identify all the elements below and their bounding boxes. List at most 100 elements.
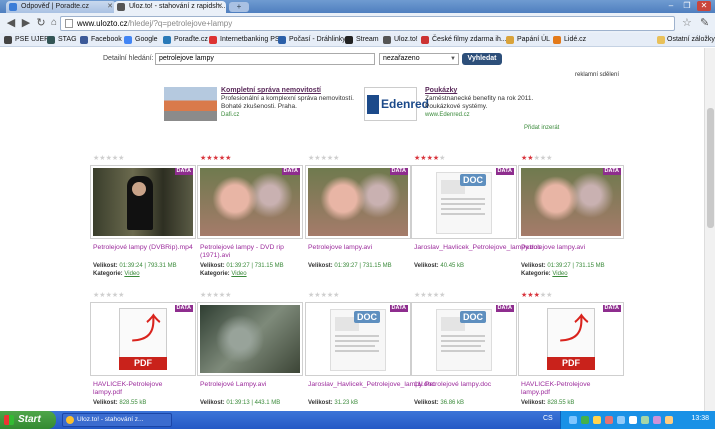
wrench-icon[interactable]: ✎ (700, 16, 709, 29)
file-title-link[interactable]: 11! Petrolejové lampy.doc (414, 381, 514, 389)
tray-icon[interactable] (665, 416, 673, 424)
minimize-icon[interactable]: – (664, 1, 678, 11)
tray-icon[interactable] (593, 416, 601, 424)
ad-logo-edenred[interactable]: Edenred (364, 87, 429, 121)
rating-stars[interactable]: ★★★★★ (93, 292, 124, 300)
bookmark-poradte[interactable]: Poraďte.cz (163, 34, 208, 46)
rating-stars[interactable]: ★★★★★ (521, 155, 552, 163)
tray-icon[interactable] (629, 416, 637, 424)
star-icon[interactable]: ★ (439, 292, 445, 299)
sort-select[interactable]: nezařazeno ▼ (379, 53, 459, 65)
search-button[interactable]: Vyhledat (462, 53, 502, 65)
search-input[interactable]: petrolejove lampy (155, 53, 375, 65)
tray-icon[interactable] (617, 416, 625, 424)
file-thumbnail[interactable]: DOC DATA (411, 302, 517, 376)
ad-image-building[interactable] (164, 87, 217, 121)
tray-icon[interactable] (641, 416, 649, 424)
star-icon[interactable]: ★ (225, 155, 231, 162)
file-meta: Velikost: 01:39:24 | 793.31 MB Kategorie:… (93, 262, 201, 278)
star-icon[interactable]: ★ (118, 292, 124, 299)
forward-icon[interactable]: ▶ (19, 16, 33, 30)
tab-ulozto[interactable]: Uloz.to! - stahování z rapidsh... ✕ (114, 1, 226, 13)
ad-title[interactable]: Kompletní správa nemovitostí (221, 87, 321, 94)
bookmark-lide[interactable]: Lidé.cz (553, 34, 586, 46)
file-title-link[interactable]: Petrolejove lampy.avi (521, 244, 621, 252)
page-icon (117, 3, 125, 11)
bookmark-papani[interactable]: Papání ÚL (506, 34, 550, 46)
address-bar[interactable]: www.ulozto.cz/hledej/?q=petrolejove+lamp… (60, 16, 675, 31)
bookmark-ulozto[interactable]: Uloz.to! (383, 34, 418, 46)
bookmark-internetbanking[interactable]: Internetbanking PS (209, 34, 280, 46)
category-link[interactable]: Video (124, 271, 139, 277)
star-icon[interactable]: ★ (333, 292, 339, 299)
file-thumbnail[interactable]: DOC DATA (305, 302, 411, 376)
tab-poradte[interactable]: Odpověď | Poradte.cz ✕ (6, 1, 116, 13)
file-title-link[interactable]: Petrolejové Lampy.avi (200, 381, 300, 389)
back-icon[interactable]: ◀ (4, 16, 18, 30)
file-title-link[interactable]: Petrolejové lampy (DVBRip).mp4 (93, 244, 193, 252)
file-title-link[interactable]: HAVLICEK-Petrolejove lampy.pdf (521, 381, 621, 397)
rating-stars[interactable]: ★★★★★ (93, 155, 124, 163)
add-ad-link[interactable]: Přidat inzerát (524, 125, 559, 131)
home-icon[interactable]: ⌂ (47, 16, 61, 30)
bookmark-ceske-filmy[interactable]: České filmy zdarma ih... (421, 34, 507, 46)
bookmark-facebook[interactable]: Facebook (80, 34, 122, 46)
tray-icon[interactable] (653, 416, 661, 424)
tray-icon[interactable] (569, 416, 577, 424)
bookmark-google[interactable]: Google (124, 34, 158, 46)
tray-icon[interactable] (581, 416, 589, 424)
bookmark-label: Uloz.to! (394, 36, 418, 43)
star-icon[interactable]: ★ (546, 155, 552, 162)
bookmark-pocasi[interactable]: Počasí - Dráhlinky (278, 34, 346, 46)
new-tab-button[interactable]: + (229, 2, 249, 12)
file-title-link[interactable]: Jaroslav_Havlicek_Petrolejove_lampy.doc (308, 381, 435, 389)
file-thumbnail[interactable]: DATA (518, 165, 624, 239)
star-icon[interactable]: ★ (333, 155, 339, 162)
close-icon[interactable]: ✕ (107, 1, 113, 13)
file-title-link[interactable]: HAVLICEK-Petrolejove lampy.pdf (93, 381, 193, 397)
maximize-icon[interactable]: ❐ (680, 1, 694, 11)
file-thumbnail[interactable]: DATA (197, 165, 303, 239)
rating-stars[interactable]: ★★★★★ (200, 155, 231, 163)
bookmark-stag[interactable]: STAG (47, 34, 77, 46)
close-window-icon[interactable]: ✕ (697, 1, 711, 11)
file-title-link[interactable]: Jaroslav_Havlicek_Petrolejove_lampy.doc (414, 244, 541, 252)
pdf-icon: ⤴ (559, 313, 589, 346)
file-title-link[interactable]: Petrolejove lampy.avi (308, 244, 408, 252)
file-title-link[interactable]: Petrolejové lampy - DVD rip (1971).avi (200, 244, 300, 260)
language-indicator[interactable]: CS (543, 415, 553, 422)
close-icon[interactable]: ✕ (217, 1, 223, 13)
file-thumbnail[interactable]: ⤴ PDF DATA (90, 302, 196, 376)
file-thumbnail[interactable]: DATA (90, 165, 196, 239)
file-thumbnail[interactable]: ⤴ PDF DATA (518, 302, 624, 376)
file-thumbnail[interactable]: DATA (305, 165, 411, 239)
star-icon[interactable]: ★ (439, 155, 445, 162)
file-thumbnail[interactable]: DOC DATA (411, 165, 517, 239)
star-icon[interactable]: ★ (118, 155, 124, 162)
taskbar-window-button[interactable]: Uloz.to! - stahování z... (62, 413, 172, 427)
scrollbar-thumb[interactable] (707, 108, 714, 228)
ad-url[interactable]: www.Edenred.cz (425, 112, 470, 118)
page-icon (9, 3, 17, 11)
reload-icon[interactable]: ↻ (34, 16, 48, 30)
rating-stars[interactable]: ★★★★★ (521, 292, 552, 300)
file-thumbnail[interactable] (197, 302, 303, 376)
tray-icon[interactable] (605, 416, 613, 424)
star-icon[interactable]: ★ (225, 292, 231, 299)
bookmark-pse-ujep[interactable]: PSE UJEP (4, 34, 49, 46)
ad-title[interactable]: Poukázky (425, 87, 457, 94)
star-icon[interactable]: ★ (546, 292, 552, 299)
bookmark-stream[interactable]: Stream (345, 34, 379, 46)
rating-stars[interactable]: ★★★★★ (200, 292, 231, 300)
rating-stars[interactable]: ★★★★★ (414, 292, 445, 300)
scrollbar[interactable] (704, 48, 715, 411)
rating-stars[interactable]: ★★★★★ (308, 292, 339, 300)
start-button[interactable]: Start (0, 411, 56, 429)
star-icon[interactable]: ☆ (682, 16, 692, 29)
rating-stars[interactable]: ★★★★★ (308, 155, 339, 163)
category-link[interactable]: Video (231, 271, 246, 277)
ad-url[interactable]: Dafi.cz (221, 112, 239, 118)
bookmark-other[interactable]: Ostatní záložky (649, 34, 715, 46)
rating-stars[interactable]: ★★★★★ (414, 155, 445, 163)
category-link[interactable]: Video (552, 271, 567, 277)
